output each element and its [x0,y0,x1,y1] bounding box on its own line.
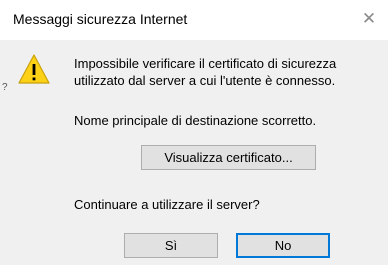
title-bar: Messaggi sicurezza Internet ✕ [0,0,388,40]
close-icon[interactable]: ✕ [358,8,380,30]
no-button[interactable]: No [236,233,330,258]
yes-button[interactable]: Sì [124,233,218,258]
message-line-1: Impossibile verificare il certificato di… [74,56,337,71]
window-title: Messaggi sicurezza Internet [13,11,188,27]
view-certificate-button[interactable]: Visualizza certificato... [141,145,316,170]
message-line-2: utilizzato dal server a cui l'utente è c… [74,73,336,88]
question-text: Continuare a utilizzare il server? [74,197,260,212]
stray-mark: ? [2,82,8,93]
warning-icon [18,54,50,84]
error-detail: Nome principale di destinazione scorrett… [74,113,317,128]
